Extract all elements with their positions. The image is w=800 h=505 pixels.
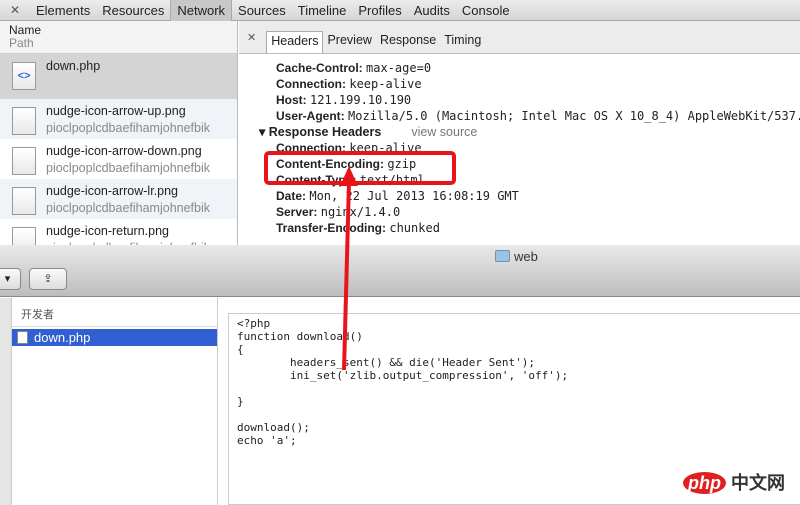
header-line-content-encoding: Content-Encoding: gzip	[276, 157, 417, 171]
detail-tabs: ✕ Headers Preview Response Timing	[239, 21, 800, 54]
column-name: Name	[9, 23, 42, 37]
header-line: Connection: keep-alive	[276, 141, 422, 155]
finder-sidebar	[0, 298, 12, 505]
request-path: pioclpoplcdbaefihamjohnefbik	[46, 201, 211, 215]
header-line: Date: Mon, 22 Jul 2013 16:08:19 GMT	[276, 189, 519, 203]
view-source-link[interactable]: view source	[411, 125, 477, 139]
watermark-logo: php 中文网	[683, 469, 790, 495]
share-button[interactable]: ⇪	[29, 268, 67, 290]
tab-profiles[interactable]: Profiles	[352, 0, 407, 21]
response-headers-section[interactable]: ▾ Response Headers view source	[239, 124, 800, 140]
request-name: nudge-icon-return.png	[46, 224, 169, 238]
request-name: nudge-icon-arrow-up.png	[46, 104, 186, 118]
triangle-down-icon: ▾	[259, 125, 269, 139]
tab-response[interactable]: Response	[376, 31, 440, 53]
finder-window: web ▾ ⇪ 开发者 down.php <?php function down…	[0, 245, 800, 505]
image-file-icon	[12, 147, 36, 175]
header-line: Server: nginx/1.4.0	[276, 205, 401, 219]
image-file-icon	[12, 107, 36, 135]
request-row[interactable]: <> down.php	[0, 54, 237, 99]
close-icon[interactable]: ✕	[247, 31, 256, 44]
request-row[interactable]: nudge-icon-return.pngpioclpoplcdbaefiham…	[0, 219, 237, 245]
request-row[interactable]: nudge-icon-arrow-lr.png pioclpoplcdbaefih…	[0, 179, 237, 219]
column-path: Path	[9, 36, 34, 50]
request-path: pioclpoplcdbaefihamjohnefbik	[46, 121, 211, 135]
share-icon: ⇪	[43, 273, 53, 285]
header-line: Connection: keep-alive	[276, 77, 422, 91]
tab-preview[interactable]: Preview	[323, 31, 375, 53]
request-name: down.php	[46, 59, 101, 73]
image-file-icon	[12, 187, 36, 215]
php-file-icon: <>	[12, 62, 36, 90]
file-name: down.php	[34, 330, 91, 345]
header-line: Transfer-Encoding: chunked	[276, 221, 440, 235]
request-name: nudge-icon-arrow-down.png	[46, 144, 202, 158]
request-path: pioclpoplcdbaefihamjohnefbik	[46, 161, 211, 175]
request-row[interactable]: nudge-icon-arrow-down.png pioclpoplcdbaef…	[0, 139, 237, 179]
finder-toolbar: web ▾ ⇪	[0, 245, 800, 297]
php-file-icon	[17, 331, 28, 344]
file-item-selected[interactable]: down.php	[12, 329, 217, 346]
request-name: nudge-icon-arrow-lr.png	[46, 184, 179, 198]
header-line: User-Agent: Mozilla/5.0 (Macintosh; Inte…	[276, 109, 800, 123]
view-menu-button[interactable]: ▾	[0, 268, 21, 290]
request-list: Name Path <> down.php nudge-icon-arrow-up…	[0, 21, 238, 245]
finder-column: 开发者 down.php	[12, 298, 218, 505]
header-line: Cache-Control: max-age=0	[276, 61, 432, 75]
devtools-tabbar: ✕ Elements Resources Network Sources Tim…	[0, 0, 800, 21]
tab-resources[interactable]: Resources	[96, 0, 170, 21]
header-line: Host: 121.199.10.190	[276, 93, 412, 107]
close-icon[interactable]: ✕	[0, 3, 30, 17]
list-header[interactable]: Name Path	[0, 21, 237, 54]
tab-network[interactable]: Network	[170, 0, 233, 21]
folder-icon	[495, 250, 510, 262]
image-file-icon	[12, 227, 36, 245]
window-title: web	[495, 249, 538, 264]
section-title: Response Headers	[268, 125, 382, 139]
tab-timeline[interactable]: Timeline	[292, 0, 353, 21]
header-line: Content-Type: text/html	[276, 173, 425, 187]
tab-timing[interactable]: Timing	[440, 31, 485, 53]
request-row[interactable]: nudge-icon-arrow-up.png pioclpoplcdbaefih…	[0, 99, 237, 139]
tab-elements[interactable]: Elements	[30, 0, 96, 21]
tab-console[interactable]: Console	[456, 0, 516, 21]
column-header: 开发者	[12, 298, 217, 327]
tab-audits[interactable]: Audits	[408, 0, 456, 21]
tab-sources[interactable]: Sources	[232, 0, 292, 21]
tab-headers[interactable]: Headers	[266, 31, 324, 53]
request-detail: ✕ Headers Preview Response Timing Cache-…	[239, 21, 800, 245]
